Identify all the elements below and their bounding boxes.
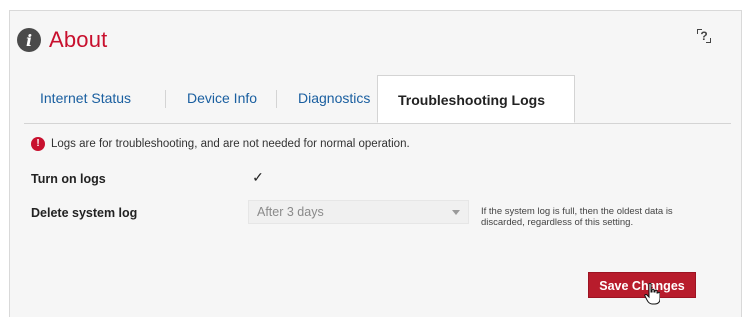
info-icon: i <box>17 28 41 52</box>
notice-text: Logs are for troubleshooting, and are no… <box>51 138 410 150</box>
save-changes-button[interactable]: Save Changes <box>588 272 696 298</box>
alert-icon: ! <box>31 137 45 151</box>
tab-diagnostics[interactable]: Diagnostics <box>298 86 370 110</box>
delete-system-log-label: Delete system log <box>31 206 138 220</box>
tab-device-info[interactable]: Device Info <box>187 86 257 110</box>
about-panel: i About ? Internet Status Device Info Di… <box>9 10 742 317</box>
tab-troubleshooting-logs[interactable]: Troubleshooting Logs <box>377 75 575 123</box>
page-header: i About <box>17 26 108 54</box>
hand-cursor-icon <box>644 283 660 305</box>
chevron-down-icon <box>452 210 460 215</box>
turn-on-logs-label: Turn on logs <box>31 172 106 186</box>
tab-divider <box>165 90 166 108</box>
page-title: About <box>49 27 108 52</box>
delete-system-log-value: After 3 days <box>257 205 324 219</box>
turn-on-logs-checkbox[interactable]: ✓ <box>248 167 268 187</box>
help-icon[interactable]: ? <box>697 29 711 43</box>
tab-bar: Internet Status Device Info Diagnostics … <box>24 75 731 124</box>
delete-system-log-select[interactable]: After 3 days <box>248 200 469 224</box>
tab-internet-status[interactable]: Internet Status <box>40 86 131 110</box>
logs-notice: ! Logs are for troubleshooting, and are … <box>31 137 410 151</box>
tab-divider <box>276 90 277 108</box>
delete-log-hint: If the system log is full, then the olde… <box>481 206 673 228</box>
